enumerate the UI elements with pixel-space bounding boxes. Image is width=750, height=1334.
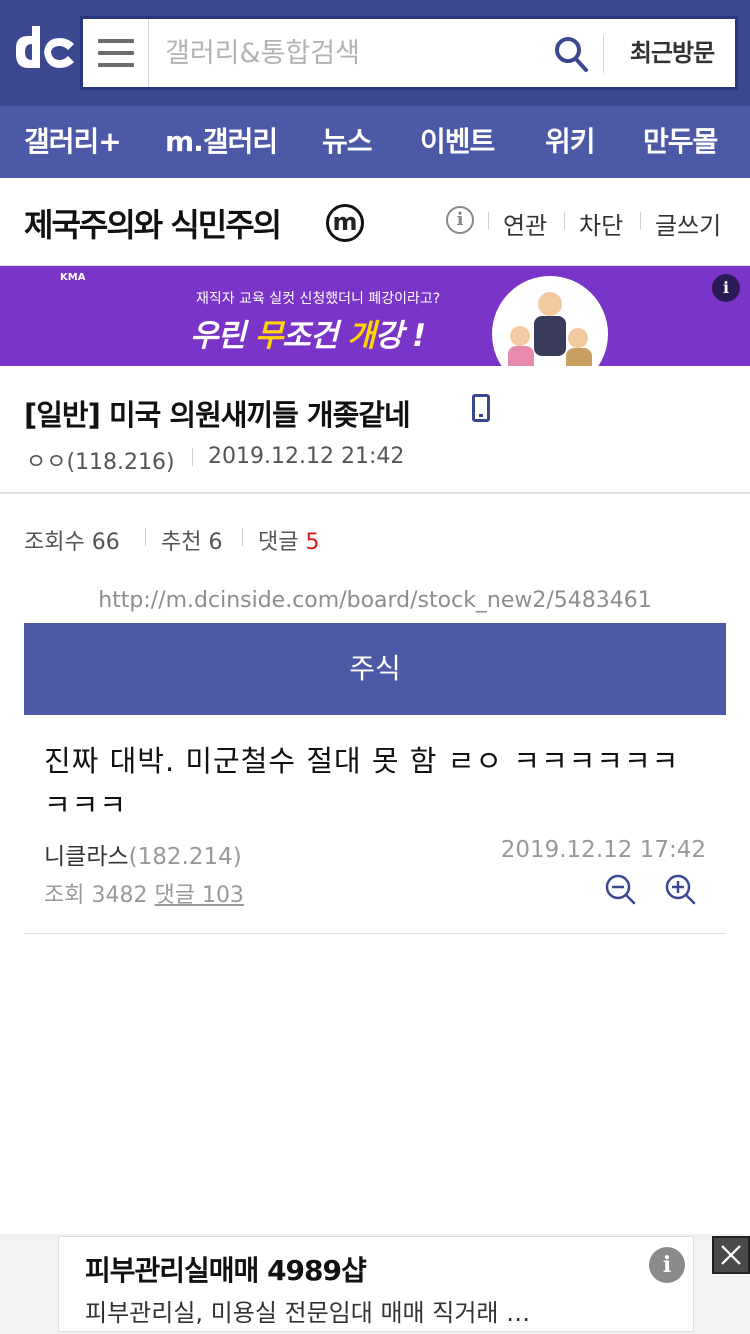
mobile-icon [472,394,490,422]
related-post-stats: 조회 3482 댓글 103 [44,883,244,908]
related-post-title[interactable]: 진짜 대박. 미군철수 절대 못 함 ㄹㅇ ㅋㅋㅋㅋㅋㅋㅋㅋㅋ [44,739,704,827]
post-date: 2019.12.12 21:42 [208,444,405,469]
ad-headline: 우린 무조건 개강 ! [190,318,426,354]
post-author[interactable]: ㅇㅇ(118.216) [26,444,175,476]
divider [640,212,641,230]
nav-event[interactable]: 이벤트 [420,106,495,178]
category-button[interactable]: 주식 [24,623,726,715]
nav-gallery-plus[interactable]: 갤러리+ [24,106,122,178]
post-title: [일반] 미국 의원새끼들 개좆같네 [24,398,411,432]
ad-brand-logo: KMA [60,272,86,283]
related-post[interactable]: 진짜 대박. 미군철수 절대 못 함 ㄹㅇ ㅋㅋㅋㅋㅋㅋㅋㅋㅋ 니클라스(182… [24,715,726,934]
divider [488,212,489,230]
bottom-ad-title[interactable]: 피부관리실매매 4989샵 [85,1249,367,1289]
close-icon[interactable] [712,1236,750,1274]
ad-subtitle: 재직자 교육 실컷 신청했더니 폐강이라고? [196,291,441,307]
menu-button[interactable] [83,19,149,87]
nav-m-gallery[interactable]: m.갤러리 [165,106,278,178]
gallery-title[interactable]: 제국주의와 식민주의 [24,200,282,246]
ad-illustration [492,276,608,366]
ad-banner[interactable]: KMA 재직자 교육 실컷 신청했더니 폐강이라고? 우린 무조건 개강 ! i [0,266,750,366]
nav-wiki[interactable]: 위키 [545,106,596,178]
recent-visits-button[interactable]: 최근방문 [613,33,731,73]
block-link[interactable]: 차단 [579,206,623,241]
dc-logo[interactable] [8,22,78,82]
ad-info-icon[interactable]: i [712,274,740,302]
search-icon[interactable] [553,35,589,73]
comment-count[interactable]: 댓글 5 [258,524,319,556]
post-header: [일반] 미국 의원새끼들 개좆같네 ㅇㅇ(118.216) 2019.12.1… [0,366,750,494]
post-url[interactable]: http://m.dcinside.com/board/stock_new2/5… [0,588,750,613]
related-post-comments-link[interactable]: 댓글 103 [154,883,243,908]
related-post-author[interactable]: 니클라스(182.214) [44,837,242,871]
nav-news[interactable]: 뉴스 [322,106,373,178]
search-divider [603,35,604,73]
bottom-ad-info-icon[interactable]: i [649,1247,685,1283]
divider [192,448,193,466]
divider [564,212,565,230]
main-nav: 갤러리+ m.갤러리 뉴스 이벤트 위키 만두몰 [0,106,750,178]
bottom-ad-card[interactable]: 피부관리실매매 4989샵 피부관리실, 미용실 전문임대 매매 직거래 … i [58,1236,694,1332]
zoom-out-icon[interactable] [604,873,636,905]
related-link[interactable]: 연관 [503,206,547,241]
divider [145,528,146,546]
recommend-count: 추천 6 [161,530,223,555]
minor-gallery-badge: m [326,204,364,242]
write-link[interactable]: 글쓰기 [655,206,721,241]
info-icon[interactable]: i [446,206,474,234]
bottom-ad: 피부관리실매매 4989샵 피부관리실, 미용실 전문임대 매매 직거래 … i [0,1234,750,1334]
bottom-ad-subtitle[interactable]: 피부관리실, 미용실 전문임대 매매 직거래 … [85,1293,530,1328]
top-header: 최근방문 [0,0,750,106]
search-bar: 최근방문 [80,16,738,90]
search-input[interactable] [165,33,545,73]
nav-mandumall[interactable]: 만두몰 [643,106,718,178]
divider [242,528,243,546]
view-count: 조회수 66 [24,530,120,555]
zoom-in-icon[interactable] [664,873,696,905]
related-post-date: 2019.12.12 17:42 [500,837,706,863]
gallery-title-bar: 제국주의와 식민주의 m i 연관 차단 글쓰기 [0,178,750,266]
